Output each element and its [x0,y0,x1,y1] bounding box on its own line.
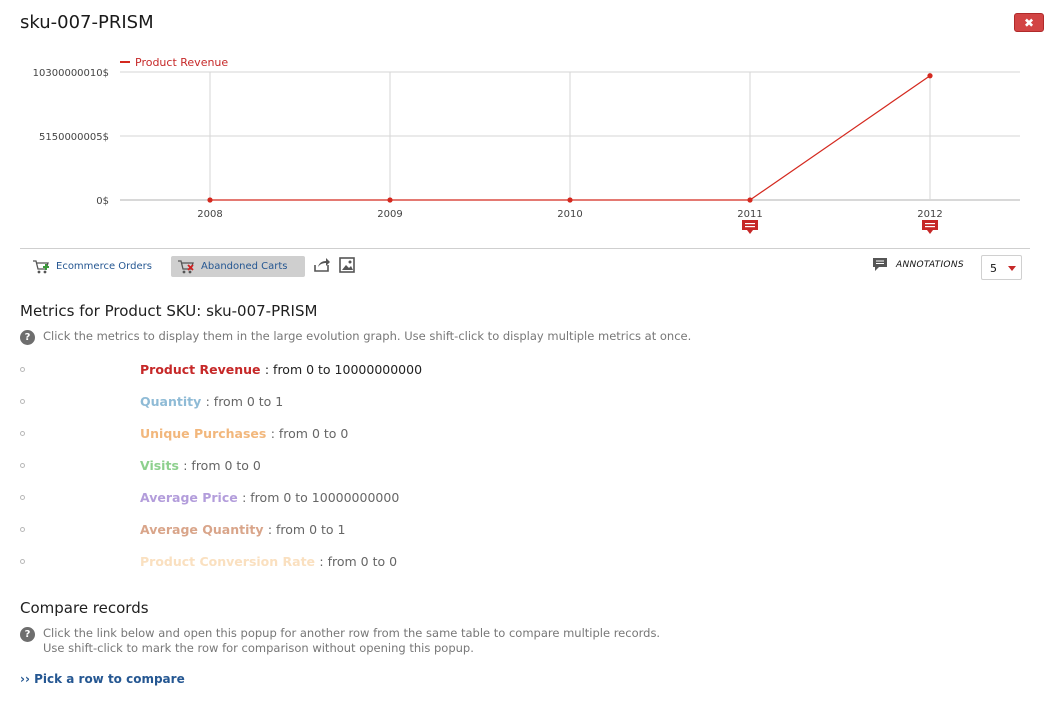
image-export-icon[interactable] [339,257,355,273]
period-select[interactable]: 5 [981,255,1022,280]
metric-row[interactable]: Unique Purchases : from 0 to 0 [20,426,720,444]
metric-name[interactable]: Quantity : from 0 to 1 [140,394,283,409]
help-icon: ? [20,330,35,345]
close-button[interactable]: ✖ [1014,13,1044,32]
metric-range: : from 0 to 0 [319,554,398,569]
annotation-marker-icon [922,220,938,234]
metric-name[interactable]: Product Conversion Rate : from 0 to 0 [140,554,397,569]
metrics-help: ? Click the metrics to display them in t… [20,329,691,345]
metric-row[interactable]: Quantity : from 0 to 1 [20,394,720,412]
legend-label: Product Revenue [135,56,228,69]
footer-divider [20,248,1030,249]
metric-range: : from 0 to 1 [267,522,346,537]
period-select-value: 5 [990,262,997,275]
metric-name[interactable]: Product Revenue : from 0 to 10000000000 [140,362,422,377]
x-axis-ticks: 2008 2009 2010 2011 2012 [197,209,942,220]
compare-heading: Compare records [20,599,149,617]
metric-radio[interactable] [20,527,25,532]
annotations-icon[interactable] [872,257,888,272]
metric-radio[interactable] [20,367,25,372]
metric-row[interactable]: Product Conversion Rate : from 0 to 0 [20,554,720,572]
metric-row[interactable]: Average Quantity : from 0 to 1 [20,522,720,540]
y-tick-label: 10300000010$ [33,68,109,79]
data-point [567,197,573,203]
metric-name[interactable]: Visits : from 0 to 0 [140,458,261,473]
data-point [207,197,213,203]
chevron-down-icon [1008,266,1016,271]
y-tick-label: 5150000005$ [39,132,109,143]
metric-range: : from 0 to 10000000000 [242,490,400,505]
metric-range: : from 0 to 10000000000 [264,362,423,377]
y-axis-ticks: 0$ 5150000005$ 10300000010$ [33,68,109,207]
metric-name[interactable]: Average Quantity : from 0 to 1 [140,522,345,537]
metric-range: : from 0 to 0 [183,458,261,473]
metric-radio[interactable] [20,431,25,436]
cart-add-icon [33,259,49,273]
compare-help: ? Click the link below and open this pop… [20,626,660,656]
y-tick-label: 0$ [96,196,109,207]
popup-title: sku-007-PRISM [20,12,154,33]
metric-radio[interactable] [20,463,25,468]
metric-radio[interactable] [20,399,25,404]
metric-radio[interactable] [20,495,25,500]
ecommerce-orders-button[interactable]: Ecommerce Orders [26,256,158,277]
x-tick-label: 2010 [557,209,582,220]
metrics-heading: Metrics for Product SKU: sku-007-PRISM [20,302,318,320]
data-point [387,197,393,203]
chart-grid [120,71,1020,201]
compare-help-line1: Click the link below and open this popup… [43,626,661,640]
pick-row-link[interactable]: ›› Pick a row to compare [20,672,185,686]
x-tick-label: 2011 [737,209,762,220]
x-tick-label: 2012 [917,209,942,220]
metric-range: : from 0 to 0 [270,426,349,441]
evolution-chart: 0$5150000005$10300000010$ 2008 2009 2010 20… [33,56,1020,234]
metric-row[interactable]: Average Price : from 0 to 10000000000 [20,490,720,508]
data-point [747,197,753,203]
abandoned-carts-button[interactable]: Abandoned Carts [171,256,305,277]
cart-remove-icon [178,259,194,273]
x-tick-label: 2009 [377,209,402,220]
metric-row[interactable]: Visits : from 0 to 0 [20,458,720,476]
annotations-label[interactable]: ANNOTATIONS [896,260,964,270]
metrics-help-text: Click the metrics to display them in the… [43,329,692,343]
annotation-markers [742,220,938,234]
metric-range: : from 0 to 1 [205,394,284,409]
abandoned-carts-label: Abandoned Carts [201,261,288,272]
metric-row[interactable]: Product Revenue : from 0 to 10000000000 [20,362,720,380]
help-icon: ? [20,627,35,642]
chart-legend: Product Revenue [120,56,228,69]
metric-name[interactable]: Average Price : from 0 to 10000000000 [140,490,399,505]
compare-help-line2: Use shift-click to mark the row for comp… [43,641,474,655]
export-icon[interactable] [313,257,331,273]
data-point [927,73,933,79]
annotation-marker-icon [742,220,758,234]
x-tick-label: 2008 [197,209,222,220]
ecommerce-orders-label: Ecommerce Orders [56,261,152,272]
metric-name[interactable]: Unique Purchases : from 0 to 0 [140,426,348,441]
metric-radio[interactable] [20,559,25,564]
